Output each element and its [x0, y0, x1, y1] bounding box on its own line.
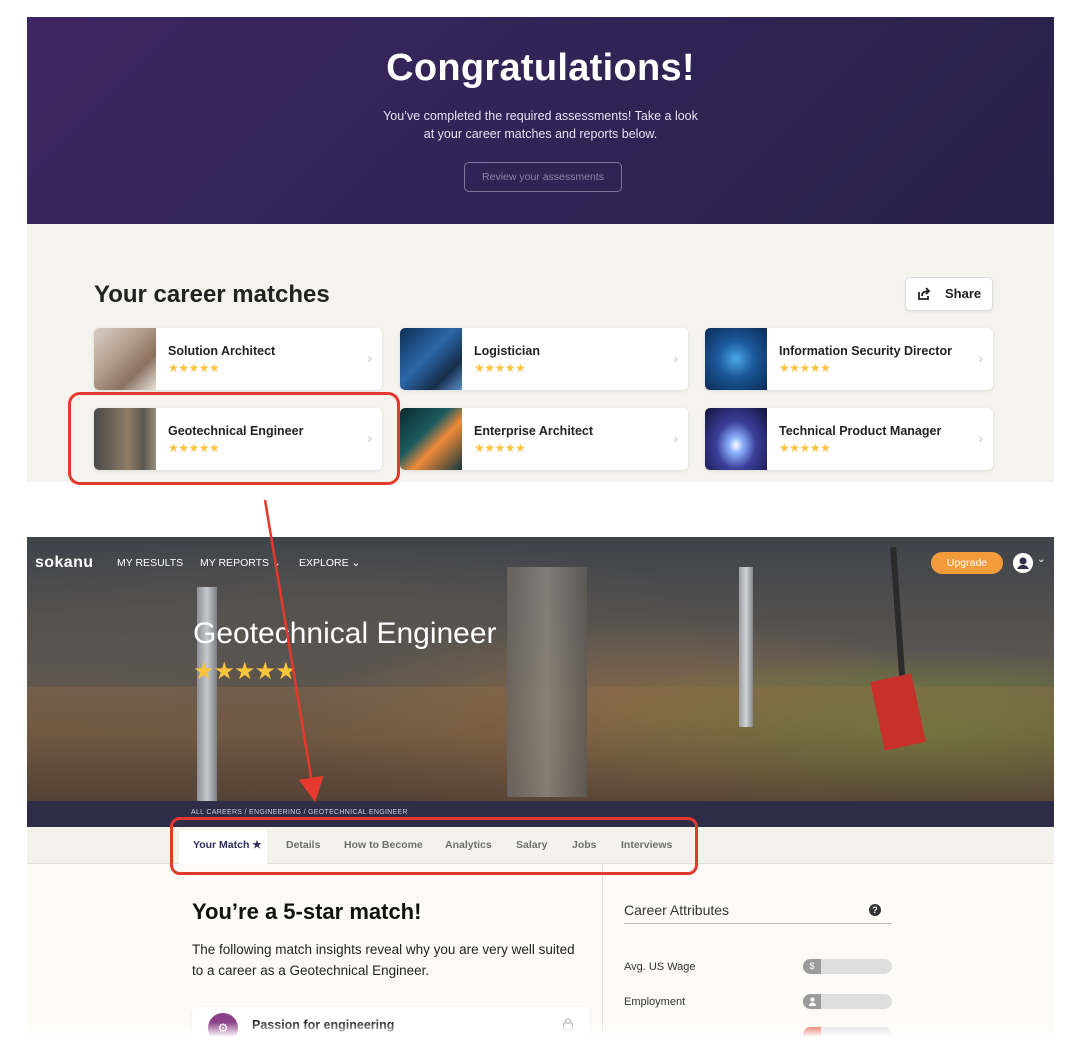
nav-my-results[interactable]: MY RESULTS	[117, 557, 183, 569]
match-description: The following match insights reveal why …	[192, 942, 575, 978]
career-card-logistician[interactable]: Logistician ★★★★★ ›	[400, 328, 688, 390]
star-rating: ★★★★★	[779, 441, 831, 455]
attribute-bar-employment	[803, 994, 892, 1009]
career-attributes-heading: Career Attributes	[624, 902, 730, 918]
congratulations-banner: Congratulations! You’ve completed the re…	[27, 17, 1054, 224]
enterprise-architect-thumbnail	[400, 408, 462, 470]
attributes-divider	[624, 923, 892, 924]
chevron-right-icon: ›	[978, 430, 983, 446]
help-icon[interactable]: ?	[869, 904, 881, 916]
career-card-technical-product-manager[interactable]: Technical Product Manager ★★★★★ ›	[705, 408, 993, 470]
star-rating: ★★★★★	[474, 361, 526, 375]
career-card-solution-architect[interactable]: Solution Architect ★★★★★ ›	[94, 328, 382, 390]
chevron-right-icon: ›	[978, 350, 983, 366]
chevron-down-icon[interactable]: ⌄	[1037, 554, 1045, 565]
review-assessments-button[interactable]: Review your assessments	[464, 162, 622, 192]
logistician-thumbnail	[400, 328, 462, 390]
career-card-information-security-director[interactable]: Information Security Director ★★★★★ ›	[705, 328, 993, 390]
person-icon	[803, 994, 821, 1009]
congratulations-subtitle: You’ve completed the required assessment…	[27, 107, 1054, 143]
career-title: Geotechnical Engineer	[193, 617, 497, 650]
congratulations-title: Congratulations!	[386, 47, 695, 89]
chevron-right-icon: ›	[673, 430, 678, 446]
drill-auger	[507, 567, 587, 797]
information-security-director-thumbnail	[705, 328, 767, 390]
technical-product-manager-thumbnail	[705, 408, 767, 470]
sokanu-logo[interactable]: sokanu	[35, 554, 93, 572]
career-matches-heading: Your career matches	[94, 281, 330, 308]
career-card-name: Solution Architect	[168, 344, 276, 358]
user-avatar-icon[interactable]	[1013, 553, 1033, 573]
drill-pole	[739, 567, 753, 727]
career-card-name: Logistician	[474, 344, 540, 358]
highlight-box-geotechnical-card	[68, 392, 400, 485]
star-rating: ★★★★★	[168, 361, 220, 375]
career-star-rating: ★★★★★	[193, 658, 297, 685]
top-navigation: sokanu MY RESULTS MY REPORTS ⌄ EXPLORE ⌄…	[27, 537, 1054, 589]
dollar-icon: $	[803, 959, 821, 974]
nav-explore[interactable]: EXPLORE ⌄	[299, 557, 360, 569]
share-button[interactable]: Share	[905, 277, 993, 311]
bottom-fade	[27, 1022, 1054, 1037]
subtitle-line-2: at your career matches and reports below…	[423, 127, 658, 141]
career-card-enterprise-architect[interactable]: Enterprise Architect ★★★★★ ›	[400, 408, 688, 470]
share-label: Share	[945, 286, 982, 301]
solution-architect-thumbnail	[94, 328, 156, 390]
career-card-name: Technical Product Manager	[779, 424, 942, 438]
attribute-bar-wage: $	[803, 959, 892, 974]
match-heading: You’re a 5-star match!	[192, 899, 422, 924]
nav-my-reports[interactable]: MY REPORTS ⌄	[200, 557, 281, 569]
attribute-label-employment: Employment	[624, 996, 686, 1008]
star-rating: ★★★★★	[474, 441, 526, 455]
chevron-right-icon: ›	[673, 350, 678, 366]
sidebar-divider	[602, 863, 603, 1037]
career-card-name: Information Security Director	[779, 344, 952, 358]
share-icon	[918, 287, 931, 300]
breadcrumb[interactable]: ALL CAREERS / ENGINEERING / GEOTECHNICAL…	[191, 809, 408, 816]
attribute-label-wage: Avg. US Wage	[624, 961, 696, 973]
career-detail-panel: sokanu MY RESULTS MY REPORTS ⌄ EXPLORE ⌄…	[27, 537, 1054, 1037]
upgrade-button[interactable]: Upgrade	[931, 552, 1003, 574]
subtitle-line-1: You’ve completed the required assessment…	[383, 109, 698, 123]
star-rating: ★★★★★	[779, 361, 831, 375]
chevron-right-icon: ›	[367, 350, 372, 366]
career-card-name: Enterprise Architect	[474, 424, 594, 438]
highlight-box-tabs	[170, 817, 698, 875]
